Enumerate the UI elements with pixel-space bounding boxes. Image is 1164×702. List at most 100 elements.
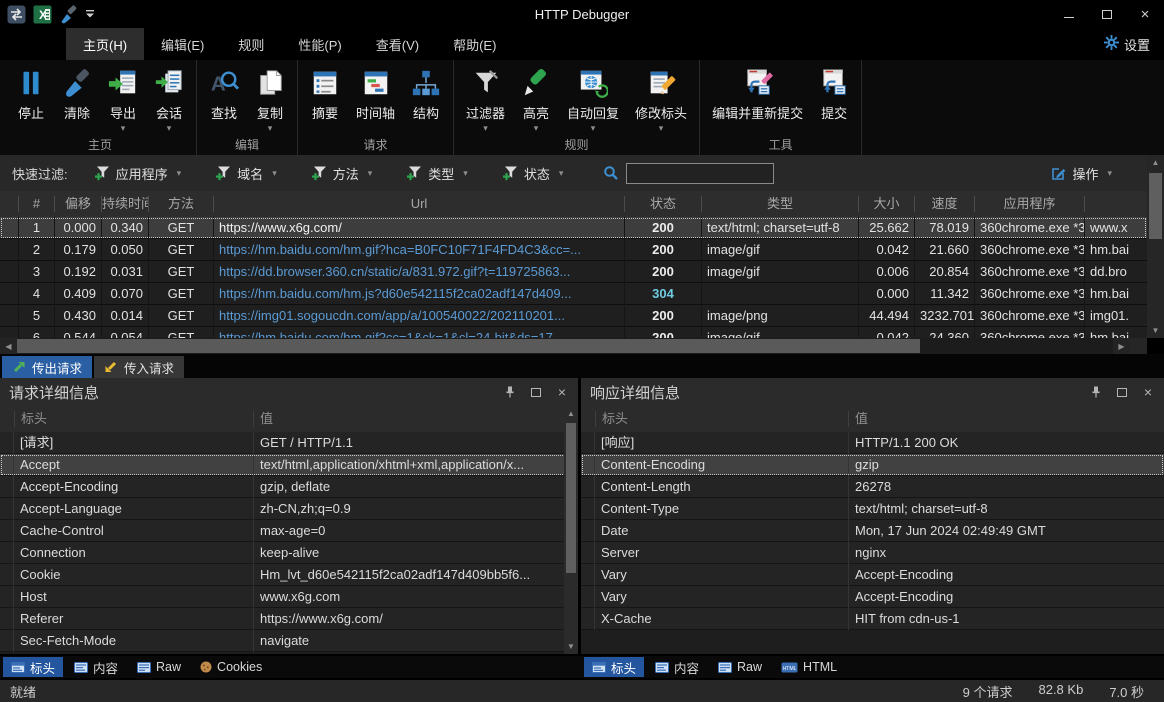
filter-type-button[interactable]: 类型▾: [406, 164, 468, 183]
submit-button[interactable]: 提交: [811, 60, 857, 135]
pin-icon[interactable]: [1089, 385, 1103, 399]
tab-request-headers[interactable]: 标头: [3, 657, 63, 677]
menu-tab[interactable]: 性能(P): [281, 28, 358, 60]
filter-status-button[interactable]: 状态▾: [502, 164, 564, 183]
table-row[interactable]: 6 0.544 0.054 GET https://hm.baidu.com/h…: [0, 327, 1147, 338]
header-row[interactable]: Host www.x6g.com: [0, 586, 578, 608]
auto-reply-button[interactable]: 自动回复▾: [559, 60, 627, 135]
col-type[interactable]: 类型: [701, 196, 858, 212]
col-app[interactable]: 应用程序: [974, 196, 1084, 212]
col-num[interactable]: #: [18, 196, 54, 212]
tab-request-content[interactable]: 内容: [66, 657, 126, 677]
table-row[interactable]: 2 0.179 0.050 GET https://hm.baidu.com/h…: [0, 239, 1147, 261]
header-row[interactable]: Vary Accept-Encoding: [581, 586, 1164, 608]
structure-button[interactable]: 结构: [403, 60, 449, 135]
filter-method-button[interactable]: 方法▾: [311, 164, 373, 183]
menu-tab[interactable]: 帮助(E): [436, 28, 513, 60]
col-offset[interactable]: 偏移: [54, 196, 101, 212]
table-row[interactable]: 3 0.192 0.031 GET https://dd.browser.360…: [0, 261, 1147, 283]
scroll-down-arrow-icon[interactable]: ▼: [1152, 323, 1160, 338]
close-icon[interactable]: ×: [555, 385, 569, 399]
timeline-button[interactable]: 时间轴: [348, 60, 403, 135]
col-extra[interactable]: [1084, 196, 1147, 212]
tab-response-raw[interactable]: Raw: [710, 657, 770, 677]
filter-domain-button[interactable]: 域名▾: [215, 164, 277, 183]
horizontal-scrollbar[interactable]: ◀ ▶: [0, 338, 1147, 354]
col-method[interactable]: 方法: [148, 196, 213, 212]
header-row[interactable]: Content-Type text/html; charset=utf-8: [581, 498, 1164, 520]
col-status[interactable]: 状态: [624, 196, 701, 212]
minimize-button[interactable]: [1050, 1, 1088, 27]
menu-tab[interactable]: 查看(V): [359, 28, 436, 60]
scroll-left-arrow-icon[interactable]: ◀: [0, 342, 17, 351]
transfer-icon[interactable]: [7, 5, 26, 24]
find-button[interactable]: A 查找: [201, 60, 247, 135]
col-speed[interactable]: 速度: [914, 196, 974, 212]
filter-button[interactable]: 过滤器▾: [458, 60, 513, 135]
menu-tab[interactable]: 规则: [221, 28, 281, 60]
restore-icon[interactable]: [1115, 385, 1129, 399]
table-row[interactable]: 4 0.409 0.070 GET https://hm.baidu.com/h…: [0, 283, 1147, 305]
scroll-up-arrow-icon[interactable]: ▲: [1152, 155, 1160, 170]
stop-button[interactable]: 停止: [8, 60, 54, 135]
header-row[interactable]: Accept text/html,application/xhtml+xml,a…: [0, 454, 578, 476]
col-size[interactable]: 大小: [858, 196, 914, 212]
close-icon[interactable]: ×: [1141, 385, 1155, 399]
header-row[interactable]: Accept-Encoding gzip, deflate: [0, 476, 578, 498]
header-row[interactable]: Sec-Fetch-Mode navigate: [0, 630, 578, 652]
tab-request-cookies[interactable]: Cookies: [192, 657, 270, 677]
modify-headers-button[interactable]: 修改标头▾: [627, 60, 695, 135]
menu-tab[interactable]: 主页(H): [66, 28, 144, 60]
action-button[interactable]: 操作▾: [1051, 164, 1112, 183]
summary-button[interactable]: 摘要: [302, 60, 348, 135]
tab-response-html[interactable]: HTML HTML: [773, 657, 845, 677]
col-url[interactable]: Url: [213, 196, 624, 212]
excel-export-icon[interactable]: X: [33, 5, 52, 24]
header-row[interactable]: Accept-Language zh-CN,zh;q=0.9: [0, 498, 578, 520]
highlight-button[interactable]: 高亮▾: [513, 60, 559, 135]
pin-icon[interactable]: [503, 385, 517, 399]
brush-icon[interactable]: [59, 5, 78, 24]
header-row[interactable]: Cookie Hm_lvt_d60e542115f2ca02adf147d409…: [0, 564, 578, 586]
header-row[interactable]: Server nginx: [581, 542, 1164, 564]
copy-button[interactable]: 复制▾: [247, 60, 293, 135]
header-row[interactable]: Cache-Control max-age=0: [0, 520, 578, 542]
scroll-right-arrow-icon[interactable]: ▶: [1113, 342, 1130, 351]
search-input[interactable]: [626, 163, 774, 184]
vertical-scrollbar[interactable]: ▲ ▼: [1147, 155, 1164, 338]
tab-response-headers[interactable]: 标头: [584, 657, 644, 677]
header-row[interactable]: [响应] HTTP/1.1 200 OK: [581, 432, 1164, 454]
menu-tab[interactable]: 编辑(E): [144, 28, 221, 60]
header-row[interactable]: Content-Length 26278: [581, 476, 1164, 498]
tab-outgoing-requests[interactable]: 传出请求: [2, 356, 92, 378]
filter-app-button[interactable]: 应用程序▾: [94, 164, 182, 183]
scroll-down-arrow-icon[interactable]: ▼: [567, 639, 575, 654]
col-duration[interactable]: 持续时间: [101, 196, 148, 212]
header-row[interactable]: Vary Accept-Encoding: [581, 564, 1164, 586]
request-panel-scrollbar[interactable]: ▲ ▼: [564, 406, 578, 654]
export-button[interactable]: 导出▾: [100, 60, 146, 135]
table-row[interactable]: 5 0.430 0.014 GET https://img01.sogoucdn…: [0, 305, 1147, 327]
scroll-up-arrow-icon[interactable]: ▲: [567, 406, 575, 421]
header-row[interactable]: Content-Encoding gzip: [581, 454, 1164, 476]
header-row[interactable]: Date Mon, 17 Jun 2024 02:49:49 GMT: [581, 520, 1164, 542]
close-button[interactable]: ×: [1126, 1, 1164, 27]
horizontal-scroll-thumb[interactable]: [17, 339, 920, 353]
settings-button[interactable]: 设置: [1104, 28, 1164, 60]
maximize-button[interactable]: [1088, 1, 1126, 27]
table-row[interactable]: 1 0.000 0.340 GET https://www.x6g.com/ 2…: [0, 217, 1147, 239]
sessions-button[interactable]: 会话▾: [146, 60, 192, 135]
quick-access-caret-icon[interactable]: [85, 9, 95, 19]
tab-incoming-requests[interactable]: 传入请求: [94, 356, 184, 378]
vertical-scroll-thumb[interactable]: [1149, 173, 1162, 239]
tab-response-content[interactable]: 内容: [647, 657, 707, 677]
header-row[interactable]: X-Cache HIT from cdn-us-1: [581, 608, 1164, 630]
clear-button[interactable]: 清除: [54, 60, 100, 135]
header-row[interactable]: Connection keep-alive: [0, 542, 578, 564]
scroll-thumb[interactable]: [566, 423, 576, 573]
edit-resubmit-button[interactable]: 编辑并重新提交: [704, 60, 811, 135]
tab-request-raw[interactable]: Raw: [129, 657, 189, 677]
header-row[interactable]: [请求] GET / HTTP/1.1: [0, 432, 578, 454]
header-row[interactable]: Referer https://www.x6g.com/: [0, 608, 578, 630]
restore-icon[interactable]: [529, 385, 543, 399]
